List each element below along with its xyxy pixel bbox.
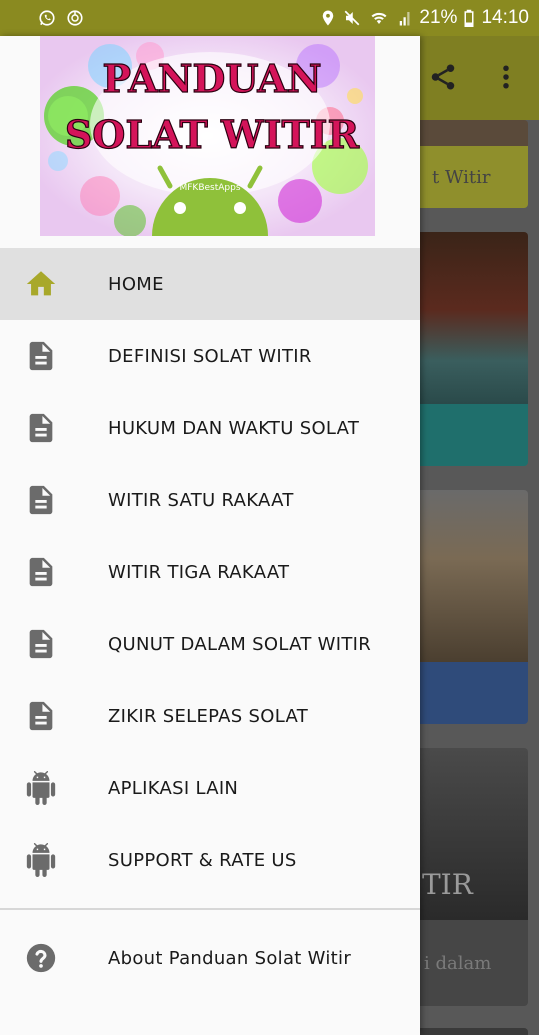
card-image bbox=[420, 490, 528, 662]
battery-percent: 21% bbox=[419, 7, 458, 28]
drawer-menu: HOME DEFINISI SOLAT WITIR HUKUM DAN WAKT… bbox=[0, 248, 420, 896]
notification-icons bbox=[38, 9, 84, 27]
document-icon bbox=[29, 557, 53, 587]
whatsapp-icon bbox=[39, 10, 55, 26]
signal-icon bbox=[400, 12, 410, 26]
background-app: t Witir TIR i dalam bbox=[420, 36, 539, 1035]
content-card[interactable] bbox=[420, 232, 528, 466]
card-caption: i dalam bbox=[420, 920, 528, 1006]
clock: 14:10 bbox=[481, 7, 529, 28]
menu-item-label: HOME bbox=[108, 273, 164, 295]
menu-item-zikir[interactable]: ZIKIR SELEPAS SOLAT bbox=[0, 680, 420, 752]
system-status: 21% 14:10 bbox=[319, 7, 529, 29]
card-image: TIR bbox=[420, 748, 528, 920]
sync-icon bbox=[67, 10, 83, 26]
menu-item-qunut[interactable]: QUNUT DALAM SOLAT WITIR bbox=[0, 608, 420, 680]
content-card[interactable] bbox=[420, 490, 528, 724]
android-icon bbox=[26, 843, 56, 877]
menu-item-definisi[interactable]: DEFINISI SOLAT WITIR bbox=[0, 320, 420, 392]
battery-icon bbox=[464, 9, 474, 27]
card-caption: t Witir bbox=[420, 146, 528, 208]
android-icon bbox=[26, 771, 56, 805]
document-icon bbox=[29, 485, 53, 515]
content-card[interactable]: TIR i dalam bbox=[420, 748, 528, 1006]
menu-item-hukum[interactable]: HUKUM DAN WAKTU SOLAT bbox=[0, 392, 420, 464]
mute-icon bbox=[345, 10, 360, 26]
menu-item-satu-rakaat[interactable]: WITIR SATU RAKAAT bbox=[0, 464, 420, 536]
document-icon bbox=[29, 629, 53, 659]
drawer-divider bbox=[0, 908, 420, 910]
menu-item-label: DEFINISI SOLAT WITIR bbox=[108, 345, 312, 367]
menu-item-label: HUKUM DAN WAKTU SOLAT bbox=[108, 417, 360, 439]
menu-item-label: WITIR SATU RAKAAT bbox=[108, 489, 294, 511]
navigation-drawer: PANDUAN SOLAT WITIR MFKBestApps HOME DEF… bbox=[0, 36, 420, 1035]
card-image bbox=[420, 232, 528, 404]
document-icon bbox=[29, 413, 53, 443]
about-label: About Panduan Solat Witir bbox=[108, 947, 352, 969]
menu-item-tiga-rakaat[interactable]: WITIR TIGA RAKAAT bbox=[0, 536, 420, 608]
share-icon[interactable] bbox=[428, 62, 458, 92]
logo-title-line2: SOLAT WITIR bbox=[65, 112, 360, 157]
menu-item-label: SUPPORT & RATE US bbox=[108, 849, 297, 871]
menu-item-label: WITIR TIGA RAKAAT bbox=[108, 561, 290, 583]
location-icon bbox=[323, 10, 334, 26]
overflow-menu-icon[interactable] bbox=[496, 62, 516, 92]
card-caption bbox=[420, 662, 528, 724]
menu-item-about[interactable]: About Panduan Solat Witir bbox=[0, 922, 420, 994]
content-card[interactable] bbox=[420, 1028, 528, 1035]
logo-brand: MFKBestApps bbox=[179, 183, 240, 193]
menu-item-aplikasi-lain[interactable]: APLIKASI LAIN bbox=[0, 752, 420, 824]
screen: 21% 14:10 t Witir TIR i dalam PANDUAN SO… bbox=[0, 0, 539, 1035]
card-overlay-text: TIR bbox=[422, 868, 473, 901]
status-bar: 21% 14:10 bbox=[0, 0, 539, 36]
app-toolbar bbox=[420, 36, 539, 120]
home-icon bbox=[26, 271, 56, 296]
menu-item-label: APLIKASI LAIN bbox=[108, 777, 239, 799]
logo-title-line1: PANDUAN bbox=[102, 56, 321, 101]
content-card[interactable]: t Witir bbox=[420, 120, 528, 208]
menu-item-label: QUNUT DALAM SOLAT WITIR bbox=[108, 633, 372, 655]
document-icon bbox=[29, 701, 53, 731]
card-image bbox=[420, 120, 528, 146]
wifi-icon bbox=[371, 12, 387, 24]
document-icon bbox=[29, 341, 53, 371]
menu-item-label: ZIKIR SELEPAS SOLAT bbox=[108, 705, 308, 727]
menu-item-home[interactable]: HOME bbox=[0, 248, 420, 320]
app-logo: PANDUAN SOLAT WITIR MFKBestApps bbox=[40, 36, 375, 236]
help-icon bbox=[26, 943, 56, 973]
card-caption bbox=[420, 404, 528, 466]
menu-item-support-rate[interactable]: SUPPORT & RATE US bbox=[0, 824, 420, 896]
